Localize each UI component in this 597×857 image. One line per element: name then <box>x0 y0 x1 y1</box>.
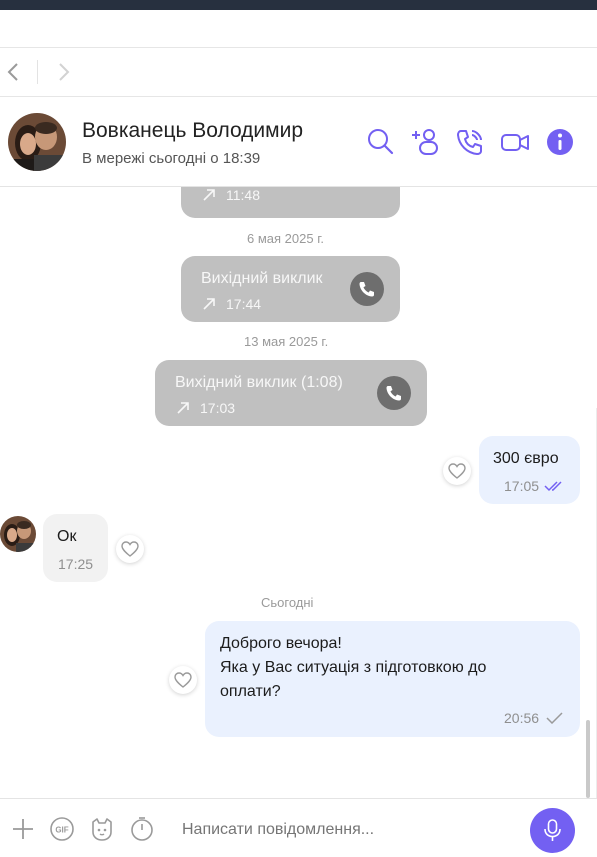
window-top-bar <box>0 0 597 10</box>
chevron-right-icon[interactable] <box>54 60 74 84</box>
contact-avatar-small[interactable] <box>0 516 36 552</box>
plus-icon[interactable] <box>10 816 36 842</box>
navigation-bar <box>0 47 597 97</box>
outgoing-arrow-icon <box>203 189 215 201</box>
call-time: 17:03 <box>200 400 236 416</box>
phone-icon[interactable] <box>350 272 384 306</box>
heart-icon[interactable] <box>443 457 471 485</box>
message-text: Ок <box>57 528 77 545</box>
message-list[interactable]: 11:48 6 мая 2025 г. Вихідний виклик 17:4… <box>0 187 597 798</box>
contact-avatar[interactable] <box>8 113 66 171</box>
call-bubble: Вихідний виклик 17:44 <box>181 256 400 322</box>
outgoing-message[interactable]: Доброго вечора! Яка у Вас ситуація з під… <box>205 621 580 737</box>
voice-call-icon[interactable] <box>455 127 485 157</box>
read-receipt-icon <box>544 481 562 492</box>
message-composer: GIF <box>0 798 597 857</box>
phone-icon[interactable] <box>377 376 411 410</box>
message-text-line: Яка у Вас ситуація з підготовкою до <box>220 659 487 676</box>
chevron-left-icon[interactable] <box>4 60 24 84</box>
sent-check-icon <box>546 712 563 724</box>
gif-icon[interactable]: GIF <box>49 816 75 842</box>
contact-name: Вовканець Володимир <box>82 119 304 142</box>
call-title: Вихідний виклик <box>201 270 323 287</box>
date-separator: 13 мая 2025 г. <box>244 334 329 349</box>
call-bubble: Вихідний виклик (1:08) 17:03 <box>155 360 427 426</box>
call-time: 11:48 <box>226 187 260 203</box>
message-input[interactable] <box>182 821 502 839</box>
message-text-line: оплати? <box>220 683 281 700</box>
date-separator: Сьогодні <box>261 595 314 610</box>
message-time: 17:25 <box>58 556 94 572</box>
call-time: 17:44 <box>226 296 262 312</box>
contact-status: В мережі сьогодні о 18:39 <box>82 150 261 167</box>
search-icon[interactable] <box>366 127 396 157</box>
outgoing-arrow-icon <box>203 298 215 310</box>
sticker-icon[interactable] <box>89 816 115 842</box>
microphone-icon <box>544 819 561 841</box>
message-text: 300 євро <box>493 450 559 467</box>
video-call-icon[interactable] <box>500 127 530 157</box>
message-text-line: Доброго вечора! <box>220 635 342 652</box>
add-participant-icon[interactable] <box>410 127 440 157</box>
svg-text:GIF: GIF <box>55 826 68 835</box>
message-time: 20:56 <box>504 710 540 726</box>
scrollbar-thumb[interactable] <box>586 720 590 798</box>
message-time: 17:05 <box>504 478 540 494</box>
incoming-message[interactable]: Ок 17:25 <box>43 514 108 582</box>
microphone-button[interactable] <box>530 808 575 853</box>
timer-icon[interactable] <box>129 816 155 842</box>
heart-icon[interactable] <box>169 666 197 694</box>
date-separator: 6 мая 2025 г. <box>247 231 324 246</box>
call-title: Вихідний виклик (1:08) <box>175 374 343 391</box>
outgoing-arrow-icon <box>177 402 189 414</box>
outgoing-message[interactable]: 300 євро 17:05 <box>479 436 580 504</box>
call-bubble-partial: 11:48 <box>181 187 400 218</box>
nav-divider <box>37 60 38 84</box>
info-icon[interactable] <box>545 127 575 157</box>
heart-icon[interactable] <box>116 535 144 563</box>
chat-header: Вовканець Володимир В мережі сьогодні о … <box>0 97 597 187</box>
